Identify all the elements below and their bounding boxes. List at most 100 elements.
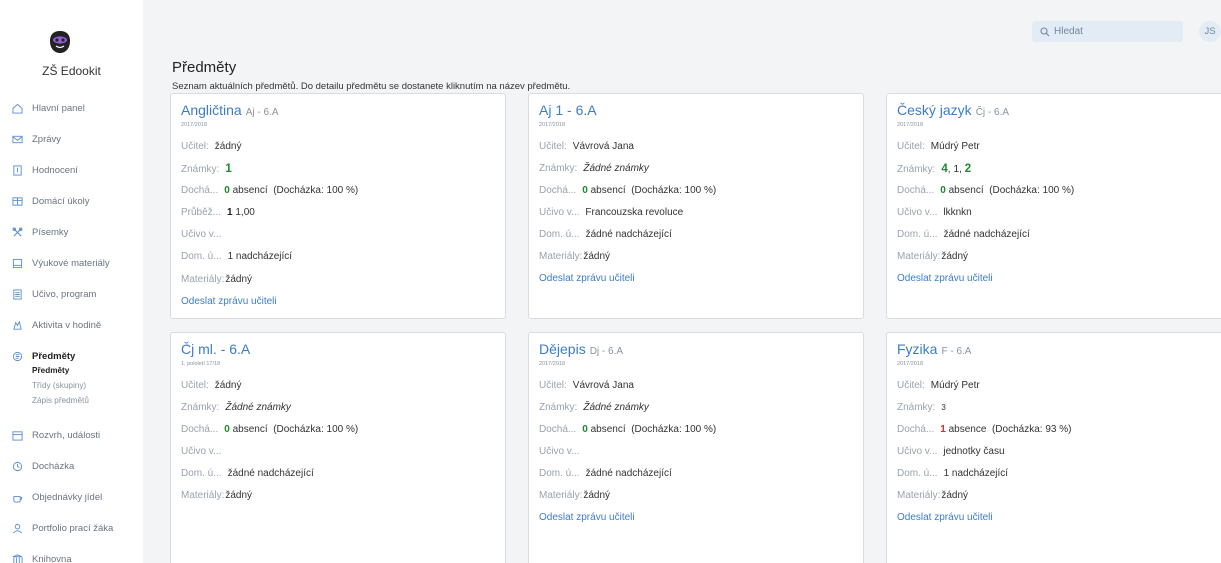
send-message-link[interactable]: Odeslat zprávu učiteli (897, 273, 993, 284)
teacher-label: Učitel: (539, 141, 567, 152)
sidebar-item-label: Domácí úkoly (32, 195, 90, 207)
sidebar-item-label: Rozvrh, události (32, 429, 101, 441)
grade-value[interactable]: 1 (225, 163, 231, 175)
sidebar-item-label: Zprávy (32, 133, 62, 145)
calendar-icon (12, 430, 23, 441)
homework-value: 1 nadcházející (227, 251, 293, 262)
grade-value[interactable]: 2 (965, 163, 971, 175)
homework-label: Dom. ú... (897, 468, 938, 479)
absence-text: absencí (232, 424, 268, 435)
subject-title-link[interactable]: Český jazyk (897, 102, 972, 118)
materials-row: Materiály: žádný (181, 490, 252, 501)
teacher-label: Učitel: (897, 141, 925, 152)
materials-label: Materiály: (181, 274, 225, 285)
curriculum-row: Učivo v... Francouzska revoluce (539, 207, 683, 218)
homework-row: Dom. ú... žádné nadcházející (539, 468, 672, 479)
sidebar-item-objednavky-jidel[interactable]: Objednávky jídel (12, 489, 102, 505)
subject-card-anglictina: Angličtina Aj - 6.A 2017/2018 Učitel: žádn… (170, 93, 506, 319)
homework-value: 1 nadcházející (943, 468, 1009, 479)
sidebar-item-portfolio[interactable]: Portfolio prací žáka (12, 520, 113, 536)
subnav-zapis-predmetu[interactable]: Zápis předmětů (32, 396, 89, 405)
teacher-value: Múdrý Petr (930, 141, 980, 152)
grades-label: Známky: (897, 164, 936, 175)
grades-label: Známky: (539, 163, 578, 174)
sidebar-item-hlavni-panel[interactable]: Hlavní panel (12, 100, 85, 116)
curriculum-label: Učivo v... (181, 229, 222, 240)
sidebar-item-domaci-ukoly[interactable]: Domácí úkoly (12, 193, 90, 209)
subnav-predmety[interactable]: Předměty (32, 366, 69, 375)
subject-title-link[interactable]: Čj ml. - 6.A (181, 341, 250, 357)
attendance-label: Dochá... (181, 185, 219, 196)
sidebar-item-dochazka[interactable]: Docházka (12, 458, 74, 474)
materials-row: Materiály: žádný (897, 490, 968, 501)
card-header: Aj 1 - 6.A (539, 102, 601, 118)
sidebar-item-predmety[interactable]: Předměty (12, 348, 75, 364)
subject-card-aj1: Aj 1 - 6.A 2017/2018 Učitel: Vávrová Jana… (528, 93, 864, 319)
absence-count: 0 (224, 424, 230, 435)
send-message-link[interactable]: Odeslat zprávu učiteli (897, 512, 993, 523)
send-message-link[interactable]: Odeslat zprávu učiteli (181, 296, 277, 307)
sidebar-item-pisemky[interactable]: Písemky (12, 224, 68, 240)
send-message-link[interactable]: Odeslat zprávu učiteli (539, 512, 635, 523)
sidebar-item-hodnoceni[interactable]: Hodnocení (12, 162, 78, 178)
curriculum-row: Učivo v... jednotky času (897, 446, 1005, 457)
avatar[interactable]: JS (1199, 21, 1221, 42)
teacher-label: Učitel: (181, 380, 209, 391)
homework-value: žádné nadcházející (943, 229, 1030, 240)
attendance-row: Dochá... 1 absence (Docházka: 93 %) (897, 424, 1071, 435)
sidebar-item-label: Hodnocení (32, 164, 78, 176)
grades-row: Známky: Žádné známky (539, 163, 649, 174)
teacher-value: žádný (214, 141, 242, 152)
attendance-row: Dochá... 0 absencí (Docházka: 100 %) (181, 185, 358, 196)
subject-title-link[interactable]: Fyzika (897, 341, 937, 357)
subject-class: Aj - 6.A (245, 107, 279, 118)
grades-label: Známky: (181, 164, 220, 175)
grades-row: Známky: Žádné známky (181, 402, 291, 413)
sidebar-item-knihovna[interactable]: Knihovna (12, 551, 72, 563)
page-subtitle: Seznam aktuálních předmětů. Do detailu p… (172, 81, 571, 92)
progress-value: 1 (227, 207, 233, 218)
teacher-value: Vávrová Jana (572, 380, 634, 391)
attendance-percent: (Docházka: 93 %) (991, 424, 1072, 435)
sidebar-item-ucivo-program[interactable]: Učivo, program (12, 286, 96, 302)
attendance-percent: (Docházka: 100 %) (989, 185, 1075, 196)
attendance-percent: (Docházka: 100 %) (631, 424, 717, 435)
materials-label: Materiály: (539, 251, 583, 262)
school-year: 2017/2018 (897, 122, 923, 128)
materials-row: Materiály: žádný (181, 274, 252, 285)
subject-title-link[interactable]: Angličtina (181, 102, 242, 118)
sidebar-item-zpravy[interactable]: Zprávy (12, 131, 61, 147)
subject-title-link[interactable]: Dějepis (539, 341, 586, 357)
materials-row: Materiály: žádný (539, 490, 610, 501)
sidebar-item-aktivita-v-hodine[interactable]: Aktivita v hodině (12, 317, 101, 333)
homework-value: žádné nadcházející (585, 468, 672, 479)
sidebar-item-label: Písemky (32, 226, 69, 238)
absence-text: absencí (590, 185, 626, 196)
card-header: Dějepis Dj - 6.A (539, 341, 623, 357)
subnav-tridy-skupiny[interactable]: Třídy (skupiny) (32, 381, 86, 390)
subject-card-cj-ml: Čj ml. - 6.A 1. pololetí 17/18 Učitel: žá… (170, 332, 506, 563)
subject-title-link[interactable]: Aj 1 - 6.A (539, 102, 597, 118)
attendance-row: Dochá... 0 absencí (Docházka: 100 %) (539, 424, 716, 435)
grades-row: Známky: Žádné známky (539, 402, 649, 413)
sidebar-item-rozvrh-udalosti[interactable]: Rozvrh, události (12, 427, 100, 443)
grades-row: Známky: 3 (897, 402, 946, 413)
search-input[interactable]: Hledat (1032, 21, 1183, 42)
edookit-logo-icon (50, 31, 70, 53)
homework-row: Dom. ú... 1 nadcházející (181, 251, 292, 262)
sidebar-item-vyukove-materialy[interactable]: Výukové materiály (12, 255, 110, 271)
sidebar-item-label: Učivo, program (32, 288, 97, 300)
progress-label: Průběž... (181, 207, 222, 218)
food-icon (13, 495, 23, 503)
grades-row: Známky: 1 (181, 163, 232, 175)
grade-value[interactable]: 3 (941, 403, 945, 412)
grades-label: Známky: (181, 402, 220, 413)
send-message-link[interactable]: Odeslat zprávu učiteli (539, 273, 635, 284)
absence-text: absencí (948, 185, 984, 196)
sidebar-item-label: Portfolio prací žáka (32, 522, 114, 534)
curriculum-label: Učivo v... (539, 446, 580, 457)
page-title: Předměty (172, 59, 237, 76)
school-year: 2017/2018 (181, 122, 207, 128)
attendance-label: Dochá... (539, 185, 577, 196)
curriculum-row: Učivo v... lkknkn (897, 207, 972, 218)
